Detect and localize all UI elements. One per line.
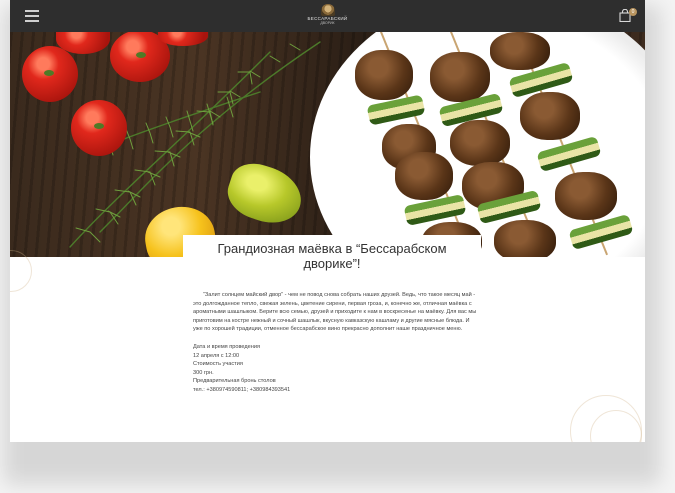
tomato-stem — [94, 123, 104, 129]
meat-chunk — [395, 152, 453, 200]
meat-chunk — [494, 220, 556, 257]
meat-chunk — [430, 52, 490, 102]
price-label: Стоимость участия — [193, 361, 243, 368]
page-frame: БЕССАРАБСКИЙ ДВОРИК 0 Грандиозная маёвка… — [10, 0, 645, 442]
event-title-card: Грандиозная маёвка в “Бессарабском двори… — [183, 235, 481, 277]
event-description: “Залит солнцем майский двор” - чем не по… — [193, 291, 478, 395]
event-details: Дата и время проведения 12 апреля с 12:0… — [193, 343, 478, 395]
date-value: 12 апреля с 12:00 — [193, 352, 240, 359]
site-logo[interactable]: БЕССАРАБСКИЙ ДВОРИК — [298, 4, 358, 25]
cart-button[interactable]: 0 — [619, 8, 637, 23]
date-label: Дата и время проведения — [193, 343, 261, 350]
tomato-stem — [44, 70, 54, 76]
tomato-stem — [136, 52, 146, 58]
event-title: Грандиозная маёвка в “Бессарабском двори… — [217, 241, 447, 271]
booking-label: Предварительная бронь столов — [193, 378, 276, 385]
event-intro-paragraph: “Залит солнцем майский двор” - чем не по… — [193, 292, 477, 333]
meat-chunk — [355, 50, 413, 100]
cart-count-badge: 0 — [629, 8, 637, 16]
meat-chunk — [490, 32, 550, 70]
logo-line2: ДВОРИК — [320, 21, 335, 25]
meat-chunk — [555, 172, 617, 220]
hamburger-menu-icon[interactable] — [25, 10, 39, 22]
meat-chunk — [450, 120, 510, 166]
logo-emblem-icon — [320, 4, 335, 16]
hero-image — [10, 32, 645, 257]
site-header: БЕССАРАБСКИЙ ДВОРИК 0 — [10, 0, 645, 32]
meat-chunk — [520, 92, 580, 140]
booking-phones[interactable]: тел.: +380974590811; +380984393541 — [193, 386, 478, 395]
price-value: 300 грн. — [193, 369, 214, 376]
